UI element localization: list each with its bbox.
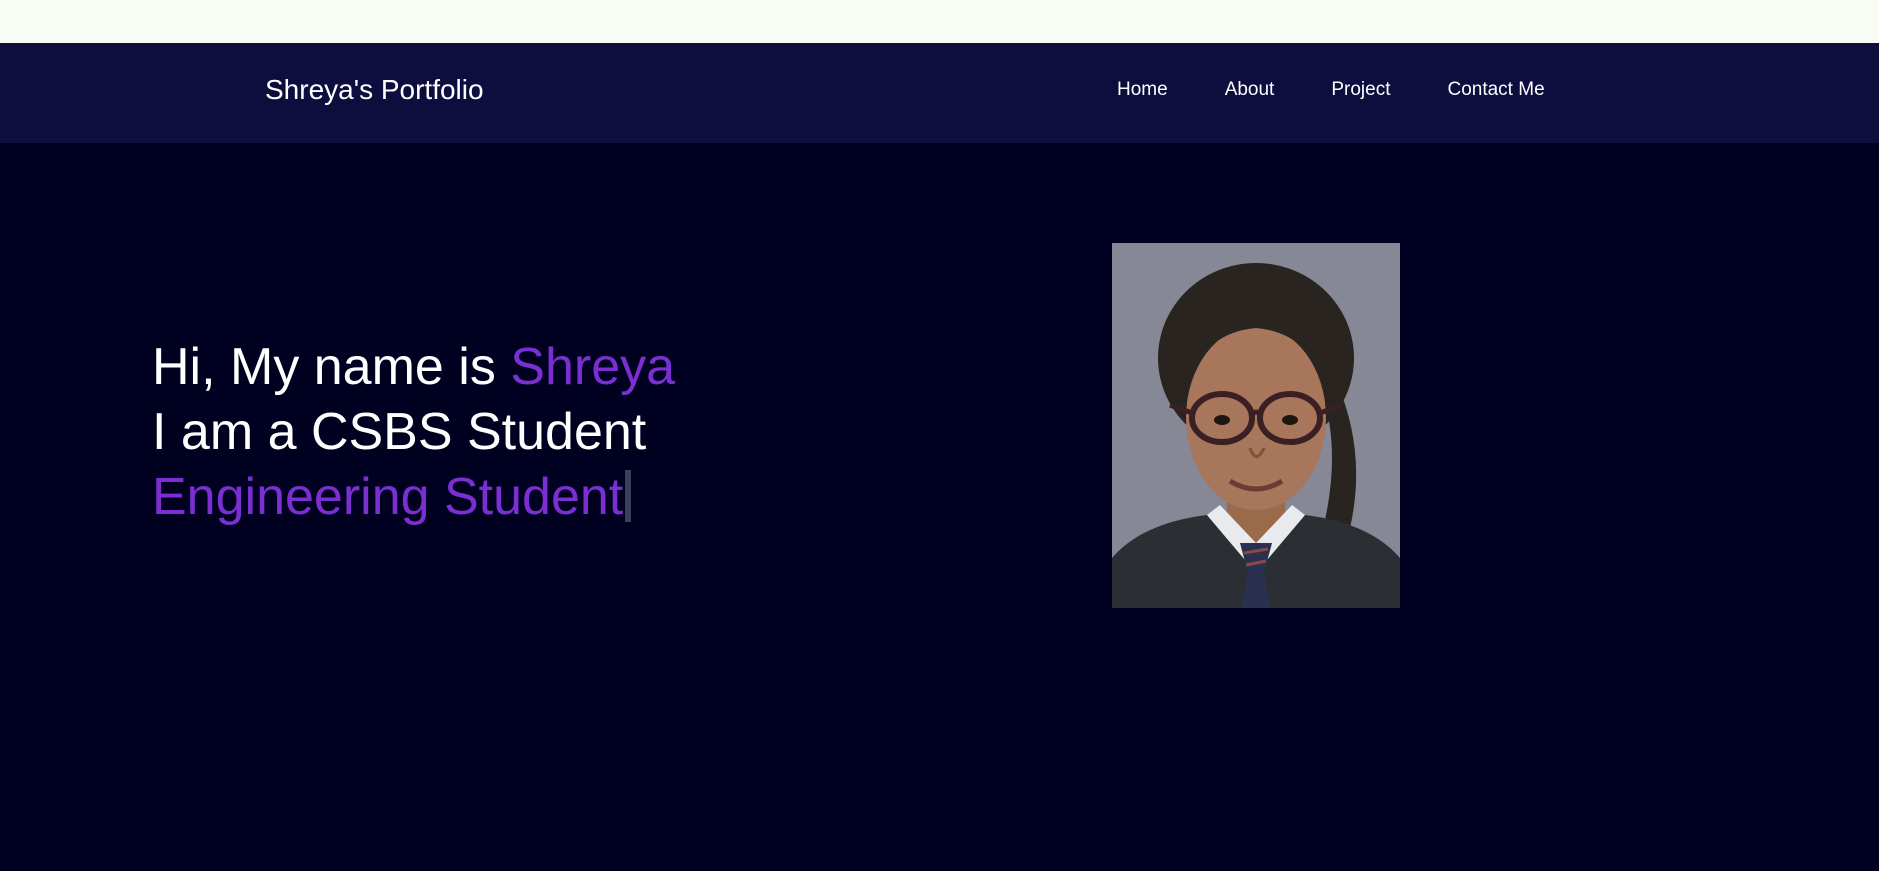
nav-menu: Home About Project Contact Me <box>1117 80 1545 99</box>
hero-line-2: I am a CSBS Student <box>152 403 647 461</box>
typed-text: Engineering Student <box>152 468 624 526</box>
hero-line-1: Hi, My name is Shreya <box>152 335 675 400</box>
hero-intro: Hi, My name is Shreya I am a CSBS Studen… <box>152 335 675 530</box>
hero-greeting: Hi, My name is <box>152 338 511 396</box>
navbar: Shreya's Portfolio Home About Project Co… <box>0 43 1879 143</box>
hero-line-3: Engineering Student <box>152 465 675 530</box>
hero-name: Shreya <box>510 338 676 396</box>
top-strip <box>0 0 1879 43</box>
brand-title[interactable]: Shreya's Portfolio <box>265 76 484 104</box>
nav-contact-me[interactable]: Contact Me <box>1447 80 1544 99</box>
nav-project[interactable]: Project <box>1331 80 1390 99</box>
hero-section: Hi, My name is Shreya I am a CSBS Studen… <box>0 143 1879 871</box>
typing-cursor <box>625 470 632 522</box>
profile-photo <box>1112 243 1400 608</box>
profile-photo-illustration <box>1112 243 1400 608</box>
nav-home[interactable]: Home <box>1117 80 1168 99</box>
nav-about[interactable]: About <box>1225 80 1275 99</box>
